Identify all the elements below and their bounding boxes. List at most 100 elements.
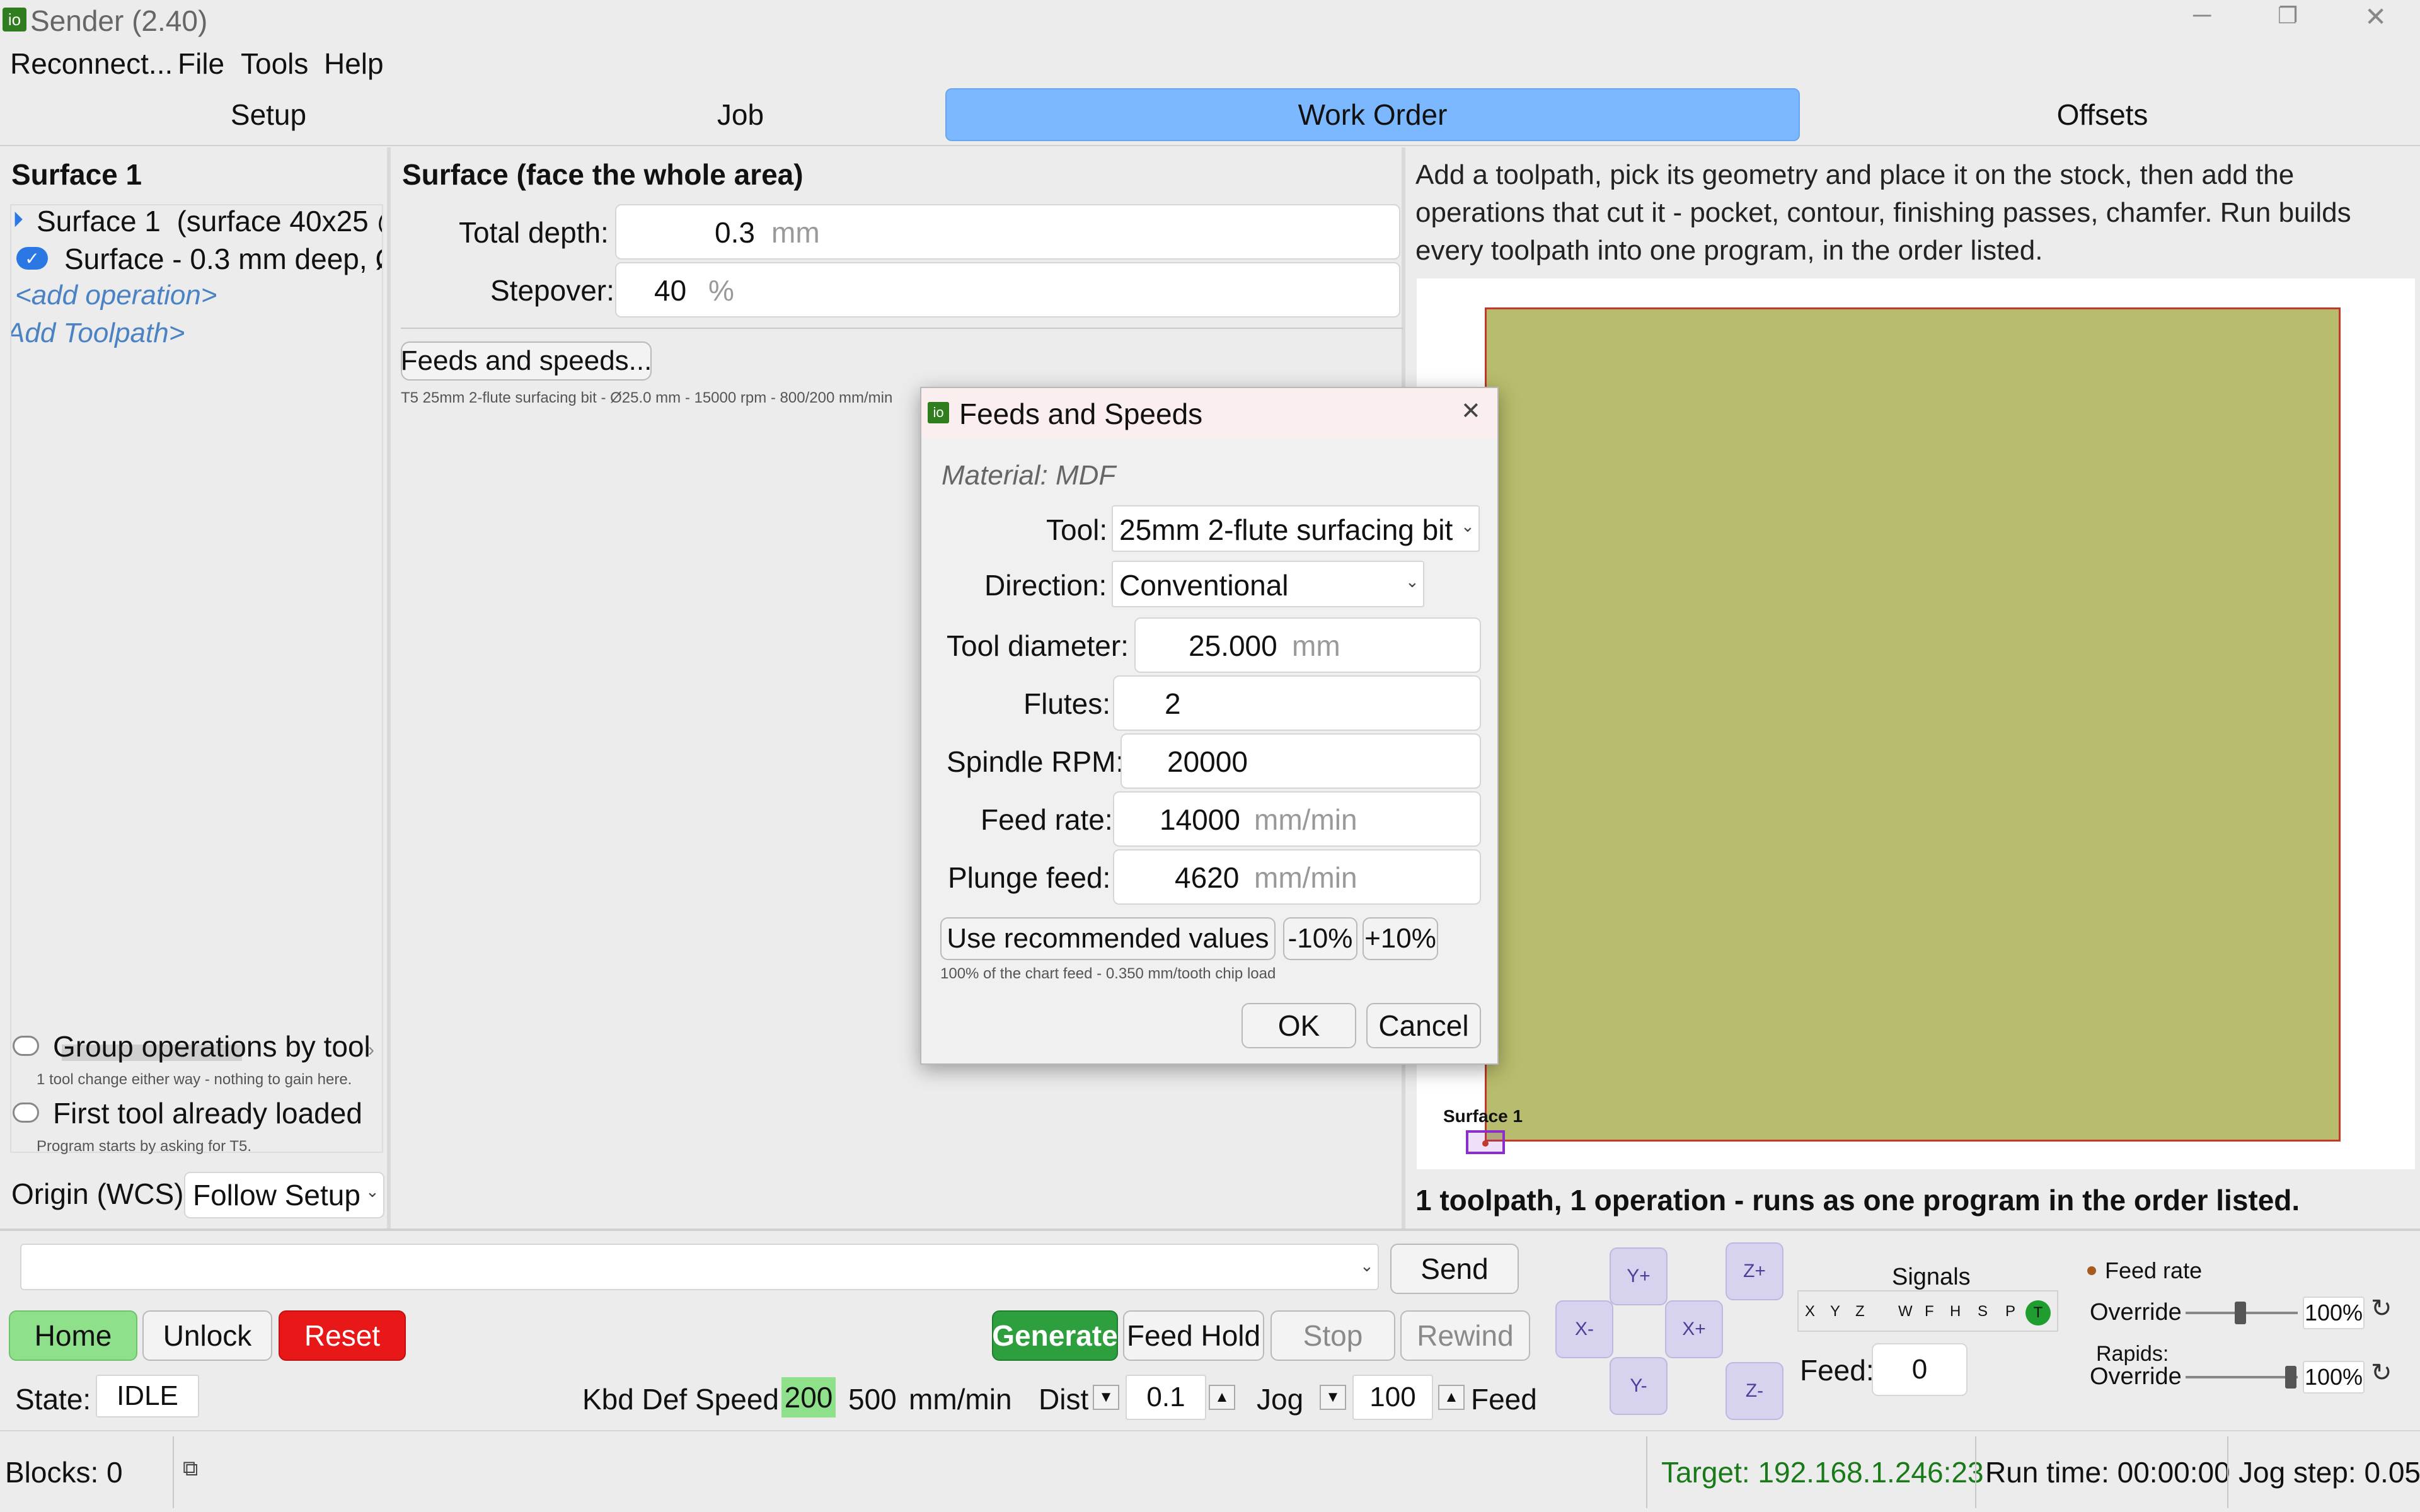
stepover-input[interactable]: 40 % bbox=[615, 262, 1400, 318]
expand-arrow-icon[interactable]: ⏵ bbox=[13, 208, 23, 232]
tree-item-operation[interactable]: Surface - 0.3 mm deep, Ø bbox=[64, 242, 382, 276]
first-tool-radio[interactable] bbox=[13, 1102, 39, 1123]
tool-diameter-input[interactable]: 25.000 mm bbox=[1134, 617, 1481, 673]
feed-hold-button[interactable]: Feed Hold bbox=[1123, 1310, 1264, 1361]
cancel-button[interactable]: Cancel bbox=[1366, 1003, 1481, 1048]
origin-label: Origin (WCS): bbox=[11, 1177, 192, 1210]
tool-chevron-down-icon: ⌄ bbox=[1461, 517, 1475, 536]
menu-help[interactable]: Help bbox=[324, 47, 384, 81]
feed-rate-input[interactable]: 14000 mm/min bbox=[1113, 791, 1481, 847]
total-depth-input[interactable]: 0.3 mm bbox=[615, 204, 1400, 260]
jog-x-minus-button[interactable]: X- bbox=[1555, 1300, 1613, 1358]
tab-setup[interactable]: Setup bbox=[0, 91, 537, 139]
signal-p: P bbox=[2005, 1303, 2016, 1320]
flutes-input[interactable]: 2 bbox=[1113, 675, 1481, 731]
feed-override-reset-icon[interactable]: ↻ bbox=[2371, 1294, 2392, 1323]
jog-input[interactable]: 100 bbox=[1352, 1375, 1433, 1420]
preview-label: Surface 1 bbox=[1443, 1106, 1523, 1126]
rapids-override-slider[interactable] bbox=[2186, 1363, 2298, 1391]
first-tool-label[interactable]: First tool already loaded bbox=[53, 1096, 362, 1130]
dist-label: Dist bbox=[1039, 1383, 1089, 1416]
feeds-and-speeds-button[interactable]: Feeds and speeds... bbox=[401, 341, 652, 381]
direction-label: Direction: bbox=[984, 569, 1107, 602]
tab-offsets[interactable]: Offsets bbox=[1800, 91, 2405, 139]
chevron-down-icon: ⌄ bbox=[366, 1182, 379, 1201]
restore-icon[interactable]: ❐ bbox=[2278, 3, 2298, 29]
jog-y-minus-button[interactable]: Y- bbox=[1610, 1357, 1668, 1415]
tool-select[interactable]: 25mm 2-flute surfacing bit ⌄ bbox=[1112, 505, 1480, 552]
dist-input[interactable]: 0.1 bbox=[1126, 1375, 1206, 1420]
unlock-button[interactable]: Unlock bbox=[142, 1310, 272, 1361]
origin-select-value: Follow Setup bbox=[193, 1179, 360, 1211]
stock-preview[interactable]: Surface 1 bbox=[1417, 278, 2415, 1169]
dialog-app-icon: io bbox=[928, 402, 949, 423]
command-dropdown-icon[interactable]: ⌄ bbox=[1360, 1256, 1374, 1276]
add-toolpath-link[interactable]: Add Toolpath> bbox=[11, 318, 185, 349]
signal-z: Z bbox=[1855, 1303, 1865, 1320]
control-divider bbox=[0, 1228, 2420, 1231]
toolpath-tree: ⏵ Surface 1 (surface 40x25 @ ✓ Surface -… bbox=[10, 204, 383, 1153]
feed-slider-thumb[interactable] bbox=[2235, 1302, 2246, 1324]
menu-tools[interactable]: Tools bbox=[241, 47, 308, 81]
check-icon[interactable]: ✓ bbox=[16, 247, 48, 270]
copy-icon[interactable]: ⧉ bbox=[183, 1457, 198, 1481]
kbd-speed-500[interactable]: 500 bbox=[848, 1382, 897, 1416]
flutes-label: Flutes: bbox=[1023, 687, 1111, 720]
minimize-icon[interactable]: ─ bbox=[2193, 1, 2211, 30]
reset-button[interactable]: Reset bbox=[279, 1310, 406, 1361]
tab-job[interactable]: Job bbox=[466, 91, 1015, 139]
tool-label: Tool: bbox=[1046, 513, 1108, 546]
feed-rate-label: Feed rate: bbox=[981, 803, 1113, 836]
command-input[interactable]: ⌄ bbox=[20, 1244, 1379, 1290]
jog-y-plus-button[interactable]: Y+ bbox=[1610, 1247, 1668, 1305]
dist-decrease-icon[interactable]: ▼ bbox=[1093, 1385, 1119, 1410]
status-sep-2 bbox=[1646, 1436, 1647, 1508]
jog-decrease-icon[interactable]: ▼ bbox=[1320, 1385, 1346, 1410]
feeds-speeds-dialog: io Feeds and Speeds ✕ Material: MDF Tool… bbox=[920, 387, 1499, 1065]
menu-file[interactable]: File bbox=[178, 47, 224, 81]
origin-dot bbox=[1482, 1140, 1489, 1147]
stepover-value: 40 bbox=[654, 274, 687, 307]
tree-item-surface-1[interactable]: Surface 1 (surface 40x25 @ bbox=[37, 205, 382, 238]
direction-select[interactable]: Conventional ⌄ bbox=[1112, 561, 1424, 607]
send-button[interactable]: Send bbox=[1390, 1244, 1519, 1294]
stepover-label: Stepover: bbox=[490, 274, 614, 307]
signal-w: W bbox=[1898, 1303, 1913, 1320]
jog-x-plus-button[interactable]: X+ bbox=[1665, 1300, 1723, 1358]
add-operation-link[interactable]: <add operation> bbox=[15, 280, 217, 311]
rewind-button[interactable]: Rewind bbox=[1400, 1310, 1530, 1361]
tool-diameter-label: Tool diameter: bbox=[947, 629, 1129, 662]
generate-button[interactable]: Generate bbox=[992, 1310, 1118, 1361]
plunge-feed-input[interactable]: 4620 mm/min bbox=[1113, 849, 1481, 905]
rapids-override-reset-icon[interactable]: ↻ bbox=[2371, 1358, 2392, 1387]
plus-ten-percent-button[interactable]: +10% bbox=[1363, 917, 1438, 960]
stop-button[interactable]: Stop bbox=[1270, 1310, 1395, 1361]
total-depth-label: Total depth: bbox=[459, 216, 609, 249]
dialog-title: Feeds and Speeds bbox=[959, 398, 1203, 430]
home-button[interactable]: Home bbox=[9, 1310, 137, 1361]
feed-box: 0 bbox=[1872, 1343, 1968, 1396]
material-label: Material: MDF bbox=[942, 460, 1116, 491]
close-window-icon[interactable]: ✕ bbox=[2365, 1, 2387, 32]
group-by-tool-radio[interactable] bbox=[13, 1036, 39, 1056]
jog-step: Jog step: 0.05 bbox=[2238, 1456, 2420, 1489]
menu-reconnect[interactable]: Reconnect... bbox=[10, 47, 173, 81]
minus-ten-percent-button[interactable]: -10% bbox=[1283, 917, 1357, 960]
feed-override-slider[interactable] bbox=[2186, 1299, 2298, 1327]
jog-z-plus-button[interactable]: Z+ bbox=[1726, 1242, 1783, 1300]
jog-increase-icon[interactable]: ▲ bbox=[1438, 1385, 1465, 1410]
tab-work-order[interactable]: Work Order bbox=[945, 88, 1800, 141]
dist-increase-icon[interactable]: ▲ bbox=[1209, 1385, 1235, 1410]
origin-select[interactable]: Follow Setup ⌄ bbox=[184, 1172, 384, 1218]
jog-z-minus-button[interactable]: Z- bbox=[1726, 1362, 1783, 1420]
spindle-rpm-input[interactable]: 20000 bbox=[1121, 733, 1481, 789]
kbd-speed-200[interactable]: 200 bbox=[781, 1377, 836, 1418]
signal-y: Y bbox=[1830, 1303, 1841, 1320]
group-by-tool-label[interactable]: Group operations by tool bbox=[53, 1029, 371, 1063]
dialog-close-icon[interactable]: ✕ bbox=[1461, 397, 1481, 425]
rapids-slider-thumb[interactable] bbox=[2285, 1366, 2296, 1389]
ok-button[interactable]: OK bbox=[1242, 1003, 1356, 1048]
chart-feed-note: 100% of the chart feed - 0.350 mm/tooth … bbox=[940, 965, 1276, 982]
spindle-rpm-label: Spindle RPM: bbox=[947, 745, 1124, 778]
use-recommended-button[interactable]: Use recommended values bbox=[940, 917, 1276, 960]
